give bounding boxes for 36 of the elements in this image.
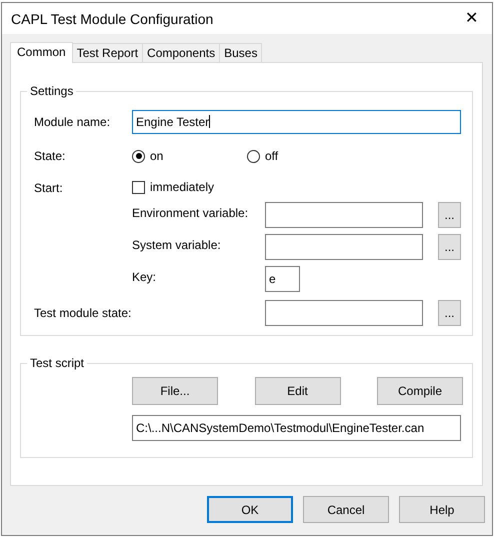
browse-button[interactable]: ... [438, 202, 461, 228]
field-label: System variable: [132, 237, 222, 252]
radio-button[interactable] [247, 150, 260, 162]
tab[interactable]: Common [10, 42, 73, 63]
input-field[interactable] [265, 202, 423, 228]
script-button[interactable]: Edit [254, 377, 340, 405]
field-label: Test module state: [34, 306, 132, 320]
tab[interactable]: Test Report [72, 43, 144, 62]
module-name-field[interactable]: Engine Tester [132, 110, 461, 134]
key-field[interactable]: e [265, 266, 300, 292]
group-title: Settings [27, 84, 76, 98]
dialog-button[interactable]: Cancel [303, 496, 389, 523]
script-button[interactable]: Compile [377, 377, 463, 405]
radio-button[interactable] [132, 150, 145, 162]
field-label: Key: [132, 269, 158, 284]
dialog-button[interactable]: OK [207, 496, 293, 523]
close-button[interactable]: ✕ [465, 10, 478, 26]
script-path-field[interactable]: C:\...N\CANSystemDemo\Testmodul\EngineTester.can [132, 415, 461, 441]
input-field[interactable] [265, 300, 423, 326]
tab[interactable]: Components [142, 43, 220, 62]
field-label: Start: [34, 180, 64, 195]
field-label: Module name: [34, 115, 112, 129]
dialog-button[interactable]: Help [399, 496, 485, 523]
field-label: Environment variable: [132, 205, 250, 220]
script-button[interactable]: File... [132, 377, 218, 405]
radio-label: off [265, 149, 278, 163]
input-field[interactable] [265, 234, 423, 260]
checkbox[interactable] [132, 180, 145, 194]
checkbox-label: immediately [150, 180, 214, 194]
radio-label: on [150, 149, 164, 163]
tab[interactable]: Buses [219, 43, 262, 62]
browse-button[interactable]: ... [438, 300, 461, 326]
field-label: State: [34, 148, 66, 163]
browse-button[interactable]: ... [438, 234, 461, 260]
group-title: Test script [27, 356, 88, 370]
window-title: CAPL Test Module Configuration [11, 10, 214, 26]
